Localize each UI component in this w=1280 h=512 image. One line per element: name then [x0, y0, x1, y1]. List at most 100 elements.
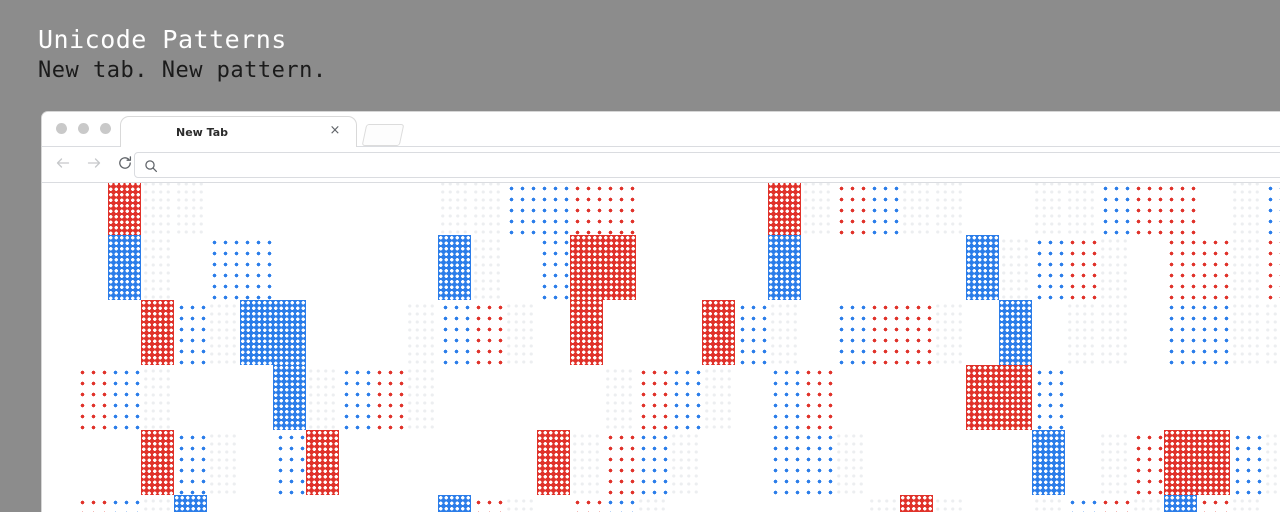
- pattern-cell-blank: [801, 300, 834, 365]
- pattern-cell-blank: [735, 235, 768, 300]
- pattern-cell-light-gray: [438, 183, 471, 235]
- pattern-cell-blank: [966, 495, 999, 512]
- pattern-cell-med-red: [471, 495, 504, 512]
- pattern-cell-light-gray: [1098, 300, 1131, 365]
- pattern-cell-blank: [636, 300, 669, 365]
- pattern-cell-light-gray: [768, 300, 801, 365]
- pattern-cell-dark-red: [999, 365, 1032, 430]
- pattern-cell-blank: [339, 430, 372, 495]
- navigation-controls: [54, 154, 134, 172]
- pattern-cell-med-red: [1098, 495, 1131, 512]
- pattern-cell-blank: [867, 365, 900, 430]
- pattern-cell-dark-red: [141, 430, 174, 495]
- pattern-cell-med-red: [1065, 235, 1098, 300]
- pattern-cell-med-blue: [1263, 183, 1280, 235]
- pattern-cell-med-red: [1197, 235, 1230, 300]
- pattern-cell-light-gray: [801, 183, 834, 235]
- pattern-cell-light-gray: [1230, 495, 1263, 512]
- browser-tab-new-tab[interactable]: New Tab ×: [120, 116, 357, 147]
- pattern-cell-light-gray: [141, 365, 174, 430]
- pattern-cell-light-gray: [1065, 300, 1098, 365]
- pattern-cell-blank: [42, 235, 75, 300]
- pattern-cell-blank: [438, 365, 471, 430]
- arrow-left-icon[interactable]: [54, 154, 72, 172]
- pattern-cell-blank: [834, 365, 867, 430]
- pattern-cell-blank: [504, 430, 537, 495]
- pattern-cell-blank: [405, 495, 438, 512]
- pattern-cell-blank: [339, 495, 372, 512]
- pattern-cell-blank: [42, 365, 75, 430]
- pattern-cell-med-blue: [669, 365, 702, 430]
- pattern-cell-med-red: [471, 300, 504, 365]
- pattern-cell-med-blue: [768, 365, 801, 430]
- pattern-cell-dark-red: [1164, 430, 1197, 495]
- arrow-right-icon[interactable]: [85, 154, 103, 172]
- pattern-cell-blank: [108, 300, 141, 365]
- pattern-cell-dark-red: [966, 365, 999, 430]
- pattern-cell-dark-red: [570, 300, 603, 365]
- pattern-cell-blank: [240, 365, 273, 430]
- pattern-cell-dark-blue: [1164, 495, 1197, 512]
- pattern-cell-med-blue: [867, 183, 900, 235]
- pattern-cell-light-gray: [933, 183, 966, 235]
- maximize-dot-icon[interactable]: [100, 123, 111, 134]
- pattern-cell-blank: [669, 495, 702, 512]
- page-header: Unicode Patterns New tab. New pattern.: [38, 24, 638, 86]
- window-controls: [56, 123, 111, 134]
- pattern-cell-blank: [207, 365, 240, 430]
- pattern-cell-blank: [42, 430, 75, 495]
- pattern-cell-light-gray: [207, 430, 240, 495]
- reload-icon[interactable]: [116, 154, 134, 172]
- pattern-cell-dark-red: [702, 300, 735, 365]
- pattern-cell-blank: [900, 365, 933, 430]
- close-dot-icon[interactable]: [56, 123, 67, 134]
- pattern-cell-blank: [339, 300, 372, 365]
- pattern-cell-blank: [1098, 365, 1131, 430]
- pattern-cell-blank: [504, 235, 537, 300]
- pattern-cell-blank: [933, 235, 966, 300]
- pattern-cell-light-gray: [1230, 300, 1263, 365]
- pattern-cell-dark-red: [537, 430, 570, 495]
- pattern-cell-blank: [306, 183, 339, 235]
- pattern-cell-med-blue: [174, 430, 207, 495]
- pattern-cell-blank: [372, 235, 405, 300]
- pattern-cell-med-blue: [1065, 495, 1098, 512]
- pattern-cell-med-red: [1164, 183, 1197, 235]
- new-tab-button[interactable]: [361, 124, 405, 146]
- pattern-cell-med-red: [75, 365, 108, 430]
- pattern-cell-blank: [207, 183, 240, 235]
- pattern-cell-blank: [966, 430, 999, 495]
- pattern-cell-blank: [834, 495, 867, 512]
- pattern-cell-light-gray: [636, 495, 669, 512]
- minimize-dot-icon[interactable]: [78, 123, 89, 134]
- pattern-cell-blank: [75, 183, 108, 235]
- pattern-cell-blank: [240, 430, 273, 495]
- pattern-cell-med-blue: [1230, 430, 1263, 495]
- pattern-cell-med-blue: [240, 235, 273, 300]
- pattern-cell-blank: [999, 495, 1032, 512]
- pattern-cell-blank: [1065, 430, 1098, 495]
- pattern-cell-blank: [1164, 365, 1197, 430]
- pattern-cell-med-blue: [768, 430, 801, 495]
- pattern-cell-med-red: [1131, 183, 1164, 235]
- pattern-cell-blank: [240, 495, 273, 512]
- pattern-cell-blank: [735, 365, 768, 430]
- pattern-cell-blank: [174, 235, 207, 300]
- address-bar[interactable]: [134, 152, 1280, 178]
- pattern-cell-blank: [405, 430, 438, 495]
- pattern-cell-med-red: [603, 430, 636, 495]
- pattern-cell-med-red: [372, 365, 405, 430]
- pattern-cell-light-gray: [999, 235, 1032, 300]
- pattern-cell-blank: [1263, 365, 1280, 430]
- browser-toolbar: [42, 147, 1280, 183]
- pattern-cell-blank: [372, 430, 405, 495]
- pattern-cell-blank: [1197, 183, 1230, 235]
- pattern-cell-blank: [735, 495, 768, 512]
- close-icon[interactable]: ×: [328, 123, 342, 138]
- pattern-cell-med-blue: [273, 430, 306, 495]
- pattern-cell-light-gray: [141, 183, 174, 235]
- pattern-cell-med-blue: [834, 300, 867, 365]
- pattern-cell-light-gray: [174, 183, 207, 235]
- search-icon: [144, 158, 158, 177]
- pattern-cell-blank: [372, 495, 405, 512]
